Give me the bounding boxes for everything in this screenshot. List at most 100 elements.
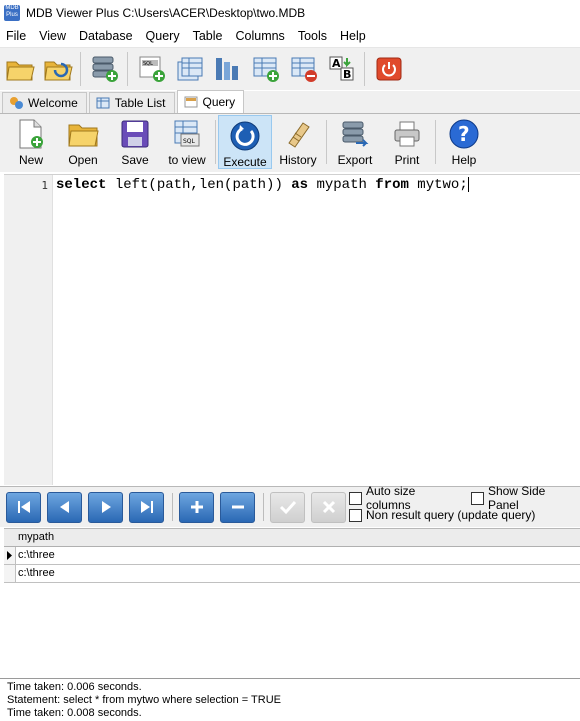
main-toolbar: SQL AB <box>0 47 580 90</box>
menu-help[interactable]: Help <box>334 29 373 43</box>
cross-icon <box>322 500 335 514</box>
sql-view-icon: SQL <box>171 118 203 150</box>
prior-icon <box>59 501 69 513</box>
code-text: left(path,len(path)) <box>106 177 292 194</box>
last-record-button[interactable] <box>129 491 164 523</box>
grid-header: mypath <box>4 529 580 547</box>
window-title: MDB Viewer Plus C:\Users\ACER\Desktop\tw… <box>26 5 306 20</box>
delete-record-button[interactable] <box>220 491 255 523</box>
export-database-icon <box>339 118 371 150</box>
app-logo-icon: MDB Plus <box>4 4 20 21</box>
status-line: Time taken: 0.006 seconds. <box>7 681 142 693</box>
new-query-button[interactable]: New <box>5 114 57 170</box>
save-disk-icon <box>119 118 151 150</box>
status-line: Time taken: 0.008 seconds. <box>7 707 142 719</box>
post-edit-button[interactable] <box>270 491 305 523</box>
add-database-icon[interactable] <box>87 51 123 87</box>
nav-divider <box>263 493 264 521</box>
results-grid[interactable]: mypath c:\three c:\three <box>4 528 580 677</box>
document-tabs: Welcome Table List Query <box>0 90 580 114</box>
new-document-icon <box>15 118 47 150</box>
execute-button[interactable]: Execute <box>218 115 272 169</box>
checkbox-label: Non result query (update query) <box>366 508 536 522</box>
next-icon <box>101 501 111 513</box>
tables-icon[interactable] <box>172 51 208 87</box>
svg-text:A: A <box>332 57 341 70</box>
toolbar-divider <box>127 52 128 86</box>
table-list-icon <box>96 96 110 110</box>
tab-welcome[interactable]: Welcome <box>2 92 87 113</box>
title-bar: MDB Plus MDB Viewer Plus C:\Users\ACER\D… <box>0 0 580 25</box>
show-side-panel-checkbox[interactable]: Show Side Panel <box>470 484 579 512</box>
menu-query[interactable]: Query <box>140 29 187 43</box>
svg-text:SQL: SQL <box>183 138 196 145</box>
help-button[interactable]: ? Help <box>438 114 490 170</box>
next-record-button[interactable] <box>88 491 123 523</box>
history-button[interactable]: History <box>272 114 324 170</box>
refresh-folder-icon[interactable] <box>40 51 76 87</box>
plus-icon <box>190 501 203 513</box>
rename-ab-icon[interactable]: AB <box>324 51 360 87</box>
help-label: Help <box>451 153 477 167</box>
table-cell[interactable]: c:\three <box>18 567 55 579</box>
menu-bar: File View Database Query Table Columns T… <box>0 26 580 46</box>
save-query-button[interactable]: Save <box>109 114 161 170</box>
sql-editor[interactable]: 1 select left(path,len(path)) as mypath … <box>4 174 580 485</box>
tab-query[interactable]: Query <box>176 90 245 113</box>
toolbar-divider <box>326 120 327 164</box>
print-button[interactable]: Print <box>381 114 433 170</box>
checkbox-box[interactable] <box>349 491 362 505</box>
menu-database[interactable]: Database <box>73 29 140 43</box>
to-view-button[interactable]: SQL to view <box>161 114 213 170</box>
table-cell[interactable]: c:\three <box>18 549 55 561</box>
tab-table-list[interactable]: Table List <box>88 92 175 113</box>
svg-text:?: ? <box>458 122 470 146</box>
text-caret <box>467 177 469 192</box>
add-table-icon[interactable] <box>248 51 284 87</box>
columns-icon[interactable] <box>210 51 246 87</box>
keyword-as: as <box>291 177 309 194</box>
open-query-button[interactable]: Open <box>57 114 109 170</box>
welcome-icon <box>9 96 23 110</box>
prior-record-button[interactable] <box>47 491 82 523</box>
print-label: Print <box>394 153 420 167</box>
minus-icon <box>231 505 244 509</box>
table-row[interactable]: c:\three <box>4 565 580 583</box>
column-header-mypath[interactable]: mypath <box>18 531 54 543</box>
open-folder-icon <box>67 118 99 150</box>
history-scroll-icon <box>282 118 314 150</box>
printer-icon <box>391 118 423 150</box>
delete-table-icon[interactable] <box>286 51 322 87</box>
svg-text:SQL: SQL <box>143 61 153 67</box>
export-button[interactable]: Export <box>329 114 381 170</box>
save-label: Save <box>121 153 149 167</box>
line-number: 1 <box>41 179 48 192</box>
menu-view[interactable]: View <box>33 29 73 43</box>
status-line: Statement: select * from mytwo where sel… <box>7 694 281 706</box>
toolbar-divider <box>215 120 216 164</box>
insert-record-button[interactable] <box>179 491 214 523</box>
line-gutter: 1 <box>4 175 53 485</box>
first-record-button[interactable] <box>6 491 41 523</box>
keyword-select: select <box>56 177 107 194</box>
menu-tools[interactable]: Tools <box>292 29 334 43</box>
menu-file[interactable]: File <box>0 29 33 43</box>
code-text: mytwo; <box>408 177 468 194</box>
menu-table[interactable]: Table <box>187 29 230 43</box>
table-row[interactable]: c:\three <box>4 547 580 565</box>
query-icon <box>184 95 198 109</box>
sql-code-line[interactable]: select left(path,len(path)) as mypath fr… <box>56 177 469 193</box>
power-exit-icon[interactable] <box>371 51 407 87</box>
query-toolbar: New Open Save SQL to view Execute Histor… <box>0 114 580 172</box>
checkbox-box[interactable] <box>470 491 484 505</box>
auto-size-columns-checkbox[interactable]: Auto size columns <box>349 484 463 512</box>
open-folder-icon[interactable] <box>2 51 38 87</box>
menu-columns[interactable]: Columns <box>229 29 291 43</box>
checkbox-box[interactable] <box>349 508 362 522</box>
new-sql-query-icon[interactable]: SQL <box>134 51 170 87</box>
tab-label: Query <box>202 95 236 109</box>
toolbar-divider <box>364 52 365 86</box>
new-label: New <box>18 153 43 167</box>
code-text: mypath <box>308 177 376 194</box>
cancel-edit-button[interactable] <box>311 491 346 523</box>
